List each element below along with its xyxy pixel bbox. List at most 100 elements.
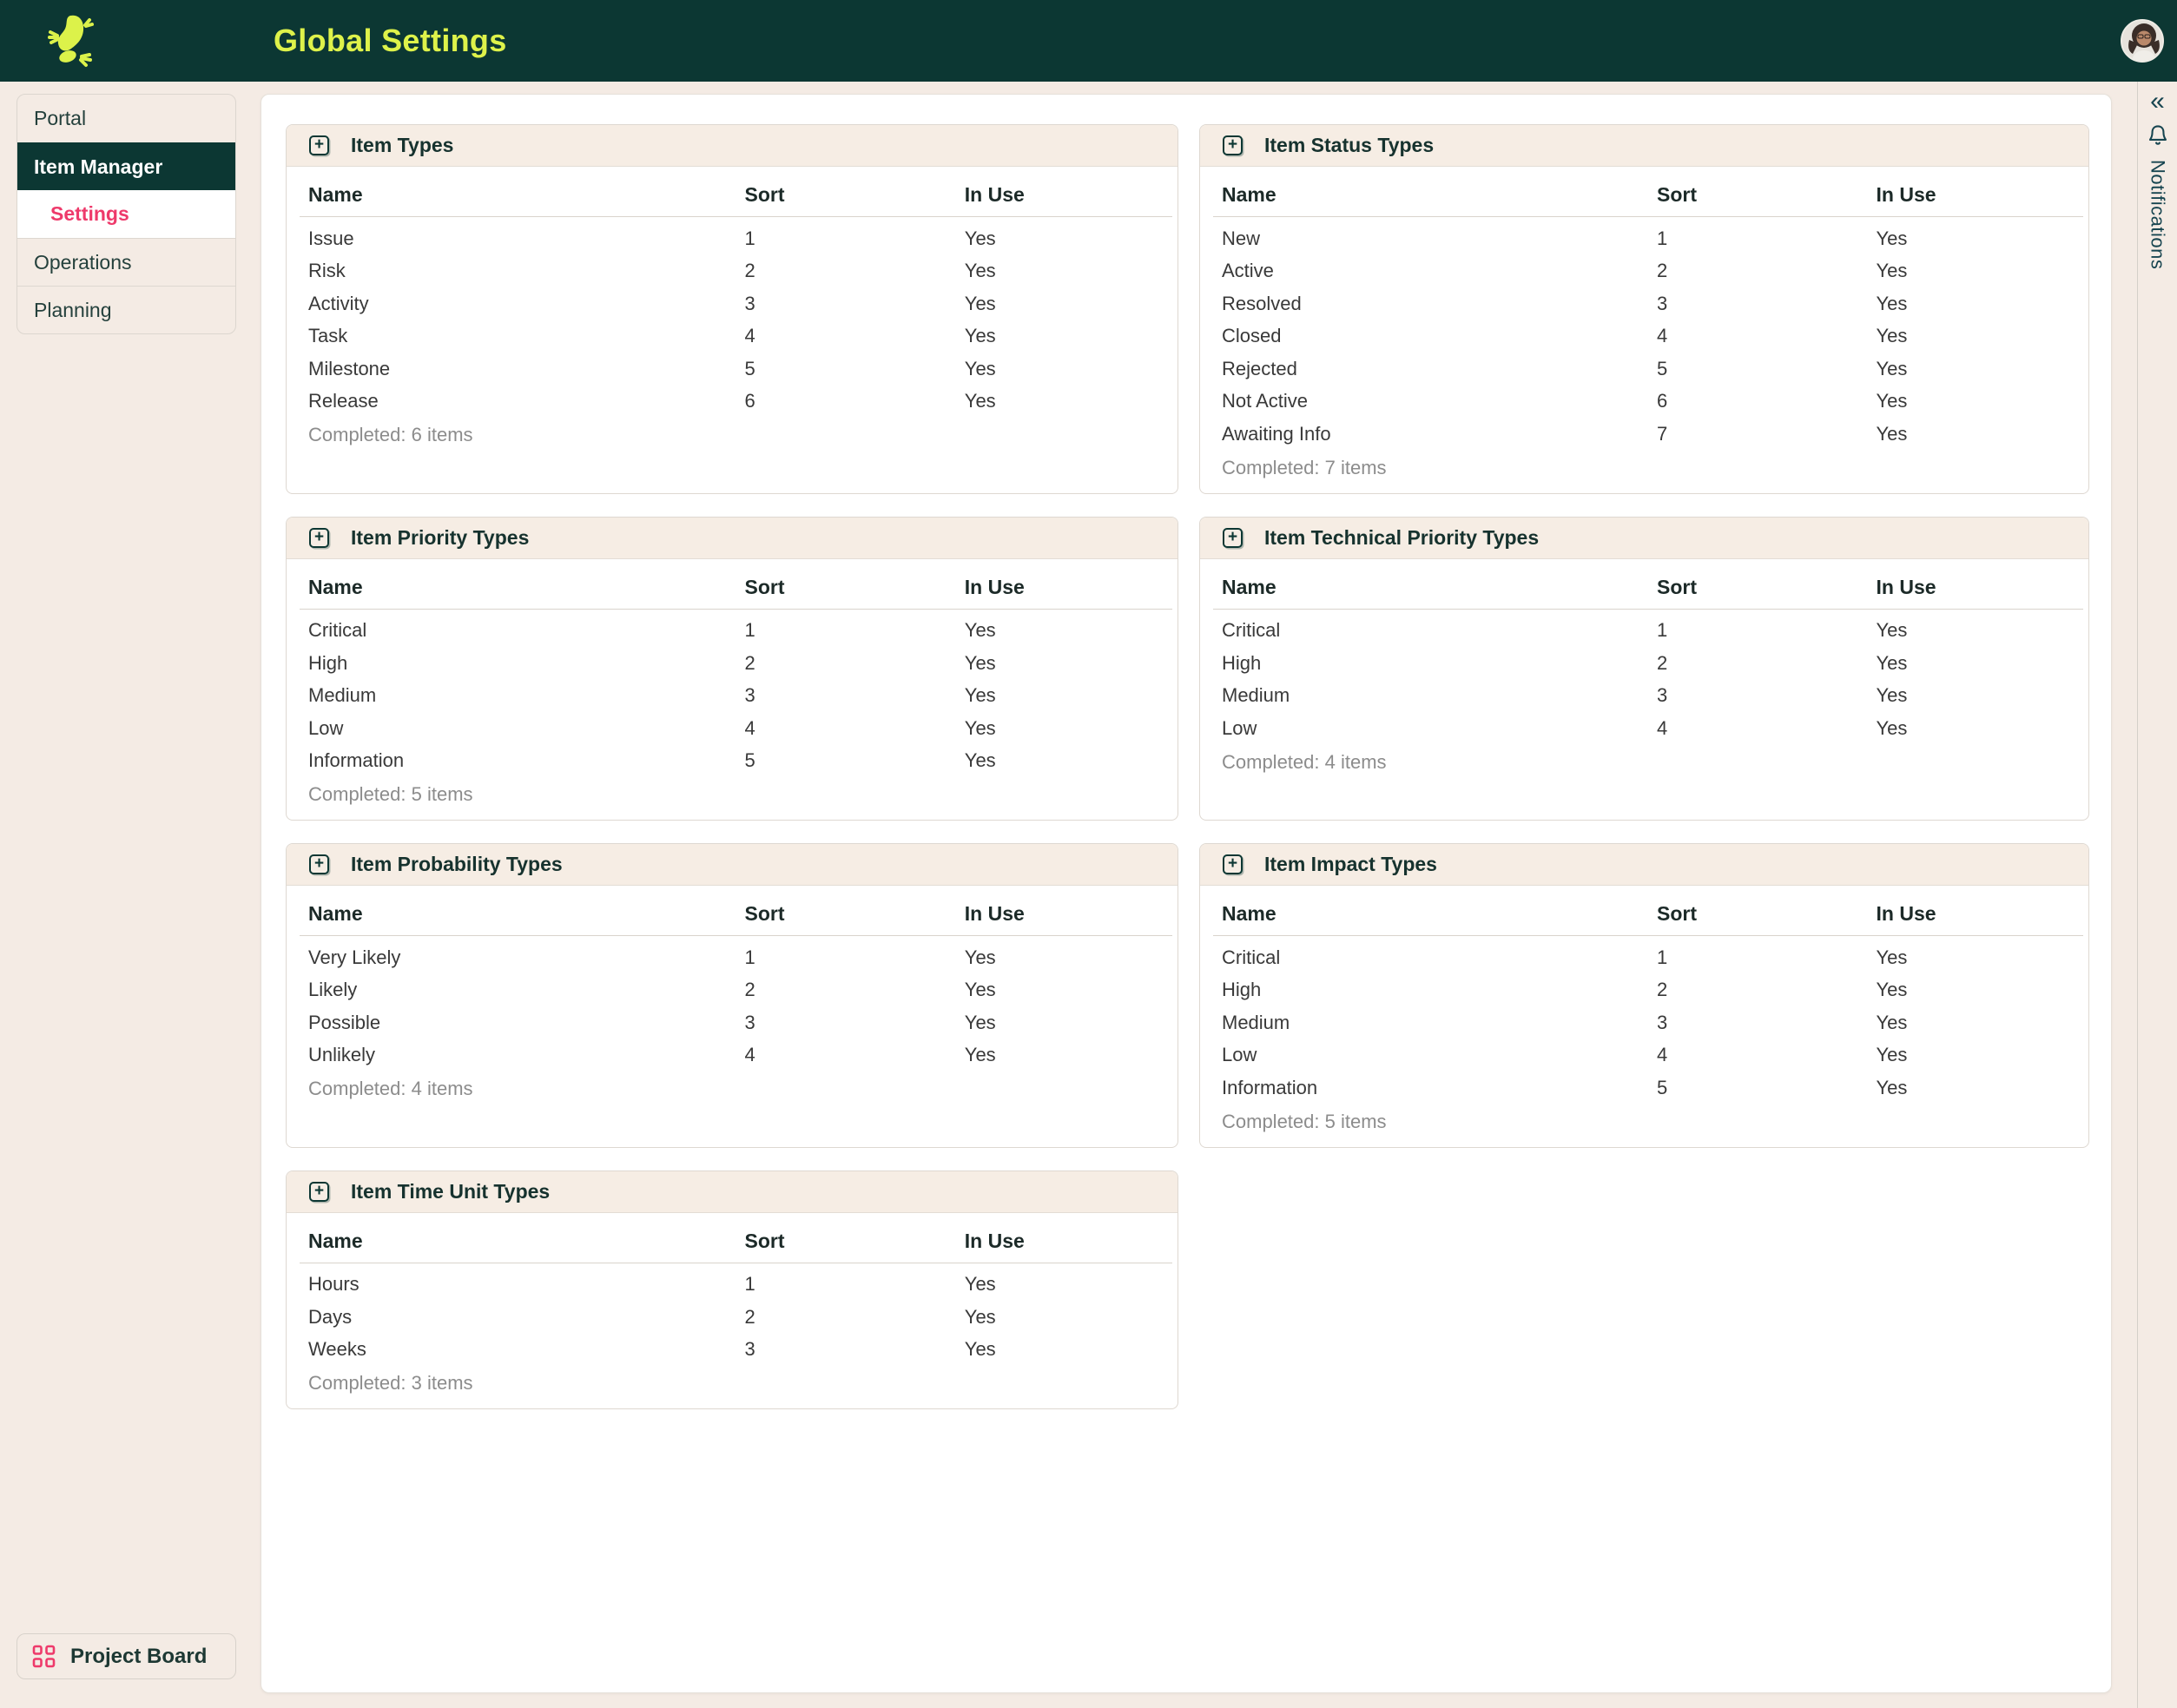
- cell-name: Release: [300, 390, 745, 412]
- cell-in-use: Yes: [1877, 717, 2083, 740]
- cell-sort: 7: [1657, 423, 1877, 445]
- add-item-button[interactable]: +: [309, 854, 329, 874]
- cell-sort: 4: [745, 325, 965, 347]
- table-header-row: Name Sort In Use: [300, 167, 1172, 217]
- project-board-label: Project Board: [70, 1645, 207, 1669]
- cell-in-use: Yes: [1877, 325, 2083, 347]
- grid-icon: [32, 1645, 56, 1668]
- completed-status-text: Completed: 4 items: [1213, 751, 2083, 774]
- user-avatar[interactable]: [2121, 19, 2164, 63]
- cell-in-use: Yes: [1877, 293, 2083, 315]
- card-header: + Item Types: [287, 125, 1178, 167]
- column-header-in-use: In Use: [965, 183, 1172, 207]
- add-item-button[interactable]: +: [1223, 854, 1243, 874]
- cell-sort: 5: [1657, 358, 1877, 380]
- settings-card: + Item Time Unit Types Name Sort In Use …: [286, 1171, 1178, 1410]
- column-header-name: Name: [300, 902, 745, 926]
- cell-in-use: Yes: [965, 293, 1172, 315]
- table-body: New1YesActive2YesResolved3YesClosed4YesR…: [1213, 217, 2083, 451]
- card-header: + Item Priority Types: [287, 518, 1178, 559]
- sidebar-item-label: Item Manager: [34, 155, 162, 179]
- cell-in-use: Yes: [965, 684, 1172, 707]
- cell-sort: 2: [1657, 260, 1877, 282]
- card-title: Item Technical Priority Types: [1264, 526, 1539, 550]
- cell-in-use: Yes: [965, 652, 1172, 675]
- sidebar-item-item-manager[interactable]: Item Manager: [17, 142, 235, 190]
- cell-name: Medium: [1213, 1012, 1657, 1034]
- cell-name: Issue: [300, 228, 745, 250]
- cell-sort: 3: [745, 684, 965, 707]
- cell-name: Medium: [1213, 684, 1657, 707]
- cell-in-use: Yes: [1877, 1077, 2083, 1099]
- card-header: + Item Impact Types: [1200, 844, 2088, 886]
- cell-sort: 4: [745, 717, 965, 740]
- table-body: Critical1YesHigh2YesMedium3YesLow4Yes: [1213, 610, 2083, 745]
- cell-name: Weeks: [300, 1338, 745, 1361]
- sidebar-item-label: Portal: [34, 107, 86, 130]
- sidebar-item-portal[interactable]: Portal: [17, 95, 235, 142]
- table-row: Information5Yes: [300, 745, 1172, 778]
- cell-in-use: Yes: [965, 1044, 1172, 1066]
- cell-in-use: Yes: [965, 390, 1172, 412]
- column-header-sort: Sort: [745, 902, 965, 926]
- notifications-label[interactable]: Notifications: [2147, 160, 2169, 269]
- completed-status-text: Completed: 3 items: [300, 1372, 1172, 1395]
- cell-sort: 4: [1657, 325, 1877, 347]
- cell-in-use: Yes: [965, 946, 1172, 969]
- cell-name: Hours: [300, 1273, 745, 1296]
- cell-sort: 2: [745, 260, 965, 282]
- cell-in-use: Yes: [1877, 946, 2083, 969]
- cell-in-use: Yes: [1877, 652, 2083, 675]
- cell-name: Low: [1213, 717, 1657, 740]
- add-item-button[interactable]: +: [1223, 135, 1243, 155]
- cell-sort: 2: [1657, 652, 1877, 675]
- add-item-button[interactable]: +: [1223, 528, 1243, 548]
- cell-name: Rejected: [1213, 358, 1657, 380]
- add-item-button[interactable]: +: [309, 135, 329, 155]
- column-header-sort: Sort: [745, 1230, 965, 1253]
- cell-in-use: Yes: [1877, 260, 2083, 282]
- cell-name: High: [300, 652, 745, 675]
- card-table: Name Sort In Use Very Likely1YesLikely2Y…: [300, 886, 1172, 1100]
- cell-name: Not Active: [1213, 390, 1657, 412]
- table-body: Critical1YesHigh2YesMedium3YesLow4YesInf…: [1213, 936, 2083, 1105]
- settings-card: + Item Priority Types Name Sort In Use C…: [286, 517, 1178, 821]
- card-title: Item Time Unit Types: [351, 1180, 550, 1204]
- bell-icon[interactable]: [2146, 123, 2170, 149]
- cell-sort: 6: [1657, 390, 1877, 412]
- table-row: Awaiting Info7Yes: [1213, 418, 2083, 451]
- table-row: Release6Yes: [300, 386, 1172, 419]
- cell-name: Resolved: [1213, 293, 1657, 315]
- add-item-button[interactable]: +: [309, 528, 329, 548]
- table-body: Issue1YesRisk2YesActivity3YesTask4YesMil…: [300, 217, 1172, 418]
- cell-in-use: Yes: [1877, 358, 2083, 380]
- table-body: Very Likely1YesLikely2YesPossible3YesUnl…: [300, 936, 1172, 1072]
- cell-sort: 4: [745, 1044, 965, 1066]
- cell-in-use: Yes: [965, 260, 1172, 282]
- sidebar-item-label: Settings: [50, 202, 129, 226]
- project-board-button[interactable]: Project Board: [16, 1633, 236, 1679]
- cell-sort: 2: [745, 1306, 965, 1329]
- cell-name: Critical: [1213, 946, 1657, 969]
- card-title: Item Status Types: [1264, 134, 1434, 157]
- column-header-in-use: In Use: [1877, 183, 2083, 207]
- column-header-in-use: In Use: [965, 902, 1172, 926]
- sidebar-item-label: Planning: [34, 299, 112, 322]
- sidebar-item-settings[interactable]: Settings: [17, 190, 235, 238]
- cell-sort: 4: [1657, 717, 1877, 740]
- table-row: Low4Yes: [300, 712, 1172, 745]
- column-header-sort: Sort: [1657, 183, 1877, 207]
- sidebar-item-planning[interactable]: Planning: [17, 286, 235, 333]
- card-header: + Item Time Unit Types: [287, 1171, 1178, 1213]
- frog-logo-icon: [47, 13, 99, 69]
- add-item-button[interactable]: +: [309, 1182, 329, 1202]
- cell-sort: 6: [745, 390, 965, 412]
- cell-name: High: [1213, 652, 1657, 675]
- table-row: Milestone5Yes: [300, 353, 1172, 386]
- sidebar-item-operations[interactable]: Operations: [17, 238, 235, 286]
- cell-in-use: Yes: [965, 749, 1172, 772]
- cell-in-use: Yes: [965, 717, 1172, 740]
- card-title: Item Impact Types: [1264, 853, 1437, 876]
- cell-sort: 3: [745, 1338, 965, 1361]
- chevron-double-left-icon[interactable]: «: [2150, 89, 2165, 115]
